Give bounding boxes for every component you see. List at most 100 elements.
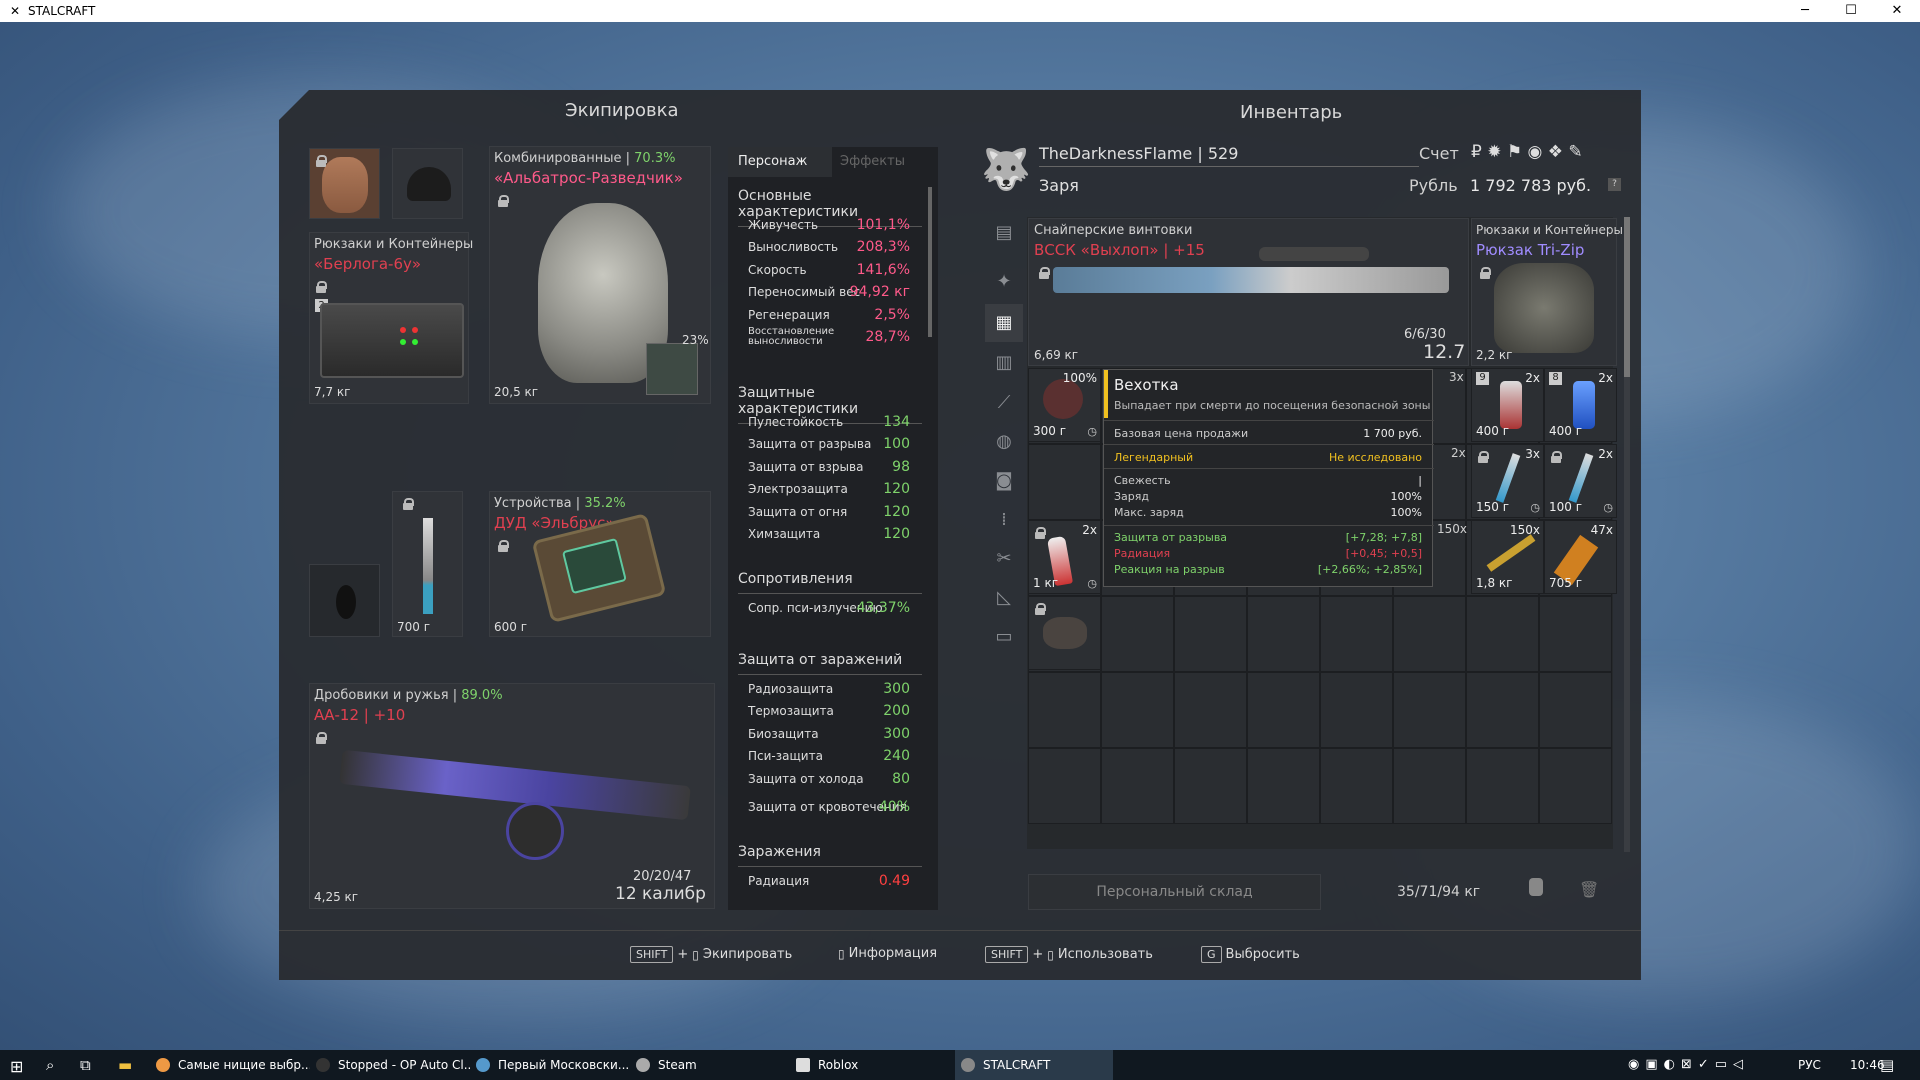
- category-weapon-icon[interactable]: ⟋: [985, 384, 1023, 422]
- taskbar-item-roblox[interactable]: Roblox: [790, 1050, 950, 1080]
- stat-value: 240: [883, 748, 910, 765]
- empty-cell[interactable]: [1393, 596, 1466, 672]
- stat-name: Электрозащита: [748, 482, 848, 497]
- empty-cell[interactable]: [1174, 672, 1247, 748]
- notifications-icon[interactable]: ▤: [1880, 1056, 1894, 1074]
- empty-cell[interactable]: [1466, 596, 1539, 672]
- empty-cell[interactable]: [1393, 672, 1466, 748]
- empty-cell[interactable]: [1539, 596, 1612, 672]
- item-image: [1043, 379, 1083, 419]
- empty-cell[interactable]: [1320, 748, 1393, 824]
- stat-row: Пулестойкость 134: [738, 411, 918, 433]
- minimize-button[interactable]: ─: [1782, 0, 1828, 22]
- hint-equip-label: Экипировать: [702, 947, 793, 962]
- empty-cell[interactable]: [1466, 672, 1539, 748]
- backpack-slot[interactable]: Рюкзаки и Контейнеры «Берлога-6у» 2 7,7 …: [309, 232, 473, 404]
- category-tools-icon[interactable]: ✂: [985, 540, 1023, 578]
- empty-cell[interactable]: [1466, 748, 1539, 824]
- rifle-weight: 6,69 кг: [1034, 348, 1079, 362]
- file-explorer-icon[interactable]: ▬: [118, 1056, 132, 1074]
- tab-effects[interactable]: Эффекты: [832, 147, 932, 177]
- inventory-scrollbar-track[interactable]: [1624, 217, 1630, 852]
- inventory-item-bandage[interactable]: 100% 300 г ◷: [1028, 368, 1101, 442]
- taskbar-item-autoclicker[interactable]: Stopped - OP Auto Cl...: [310, 1050, 470, 1080]
- grenade-slot[interactable]: [309, 564, 380, 637]
- empty-cell[interactable]: [1028, 444, 1101, 520]
- taskbar-item-steam[interactable]: Steam: [630, 1050, 790, 1080]
- taskbar-item-chrome[interactable]: Самые нищие выбр...: [150, 1050, 310, 1080]
- category-armor-icon[interactable]: ▥: [985, 344, 1023, 382]
- category-all-icon[interactable]: ▤: [985, 214, 1023, 252]
- empty-cell[interactable]: [1174, 596, 1247, 672]
- category-favorite-icon[interactable]: ✦: [985, 263, 1023, 301]
- rifle-item[interactable]: Снайперские винтовки ВССК «Выхлоп» | +15…: [1028, 218, 1469, 366]
- stat-value: 101,1%: [856, 217, 910, 233]
- empty-cell[interactable]: [1101, 748, 1174, 824]
- tooltip-effect-value: [+0,45; +0,5]: [1345, 547, 1422, 560]
- empty-cell[interactable]: [1028, 672, 1101, 748]
- stat-name: Пси-защита: [748, 749, 823, 764]
- empty-cell[interactable]: [1247, 672, 1320, 748]
- steam-icon: [636, 1058, 650, 1072]
- windows-start-icon[interactable]: ⊞: [10, 1057, 23, 1076]
- armor-slot[interactable]: Комбинированные | 70.3% «Альбатрос-Разве…: [489, 146, 711, 404]
- taskbar-item-stalcraft[interactable]: STALCRAFT: [955, 1050, 1113, 1080]
- face-slot[interactable]: [309, 148, 380, 219]
- help-icon[interactable]: ?: [1608, 178, 1621, 191]
- empty-cell[interactable]: [1247, 596, 1320, 672]
- money-value: 1 792 783 руб.: [1470, 176, 1592, 195]
- empty-cell[interactable]: [1320, 672, 1393, 748]
- stats-scrollbar[interactable]: [928, 187, 932, 337]
- empty-cell[interactable]: [1539, 672, 1612, 748]
- maximize-button[interactable]: ☐: [1828, 0, 1874, 22]
- weapon-category: Дробовики и ружья |: [314, 688, 458, 703]
- category-ammo-icon[interactable]: ⁞: [985, 501, 1023, 539]
- trash-icon[interactable]: 🗑: [1579, 880, 1599, 899]
- personal-storage-button[interactable]: Персональный склад: [1028, 874, 1321, 910]
- empty-cell[interactable]: [1539, 748, 1612, 824]
- inventory-item-syringe-a[interactable]: 3x 150 г ◷: [1471, 444, 1544, 518]
- empty-cell[interactable]: [1320, 596, 1393, 672]
- category-grid-icon[interactable]: ▦: [985, 304, 1023, 342]
- close-button[interactable]: ✕: [1874, 0, 1920, 22]
- category-misc-icon[interactable]: ◺: [985, 579, 1023, 617]
- roblox-icon: [796, 1058, 810, 1072]
- empty-cell[interactable]: [1247, 748, 1320, 824]
- inventory-title: Инвентарь: [1240, 102, 1343, 123]
- taskbar-label: Roblox: [818, 1058, 859, 1072]
- inventory-item-syringe-b[interactable]: 2x 100 г ◷: [1544, 444, 1617, 518]
- empty-cell[interactable]: [1028, 748, 1101, 824]
- inventory-item-can-b[interactable]: 8 2x 400 г: [1544, 368, 1617, 442]
- item-image: [1568, 453, 1594, 503]
- device-slot[interactable]: Устройства | 35.2% ДУД «Эльбрус» 600 г: [489, 491, 711, 637]
- empty-cell[interactable]: [1393, 748, 1466, 824]
- helmet-slot[interactable]: [392, 148, 463, 219]
- hint-use-label: Использовать: [1057, 947, 1153, 962]
- inventory-item-ammo-b[interactable]: 47x 705 г: [1544, 520, 1617, 594]
- tab-character[interactable]: Персонаж: [728, 147, 832, 177]
- inventory-item-locked[interactable]: [1028, 596, 1101, 670]
- weapon-slot[interactable]: Дробовики и ружья | 89.0% АА-12 | +10 20…: [309, 683, 715, 909]
- patch-slot[interactable]: [646, 343, 698, 395]
- empty-cell[interactable]: [1101, 672, 1174, 748]
- search-icon[interactable]: ⌕: [46, 1056, 54, 1074]
- category-artifact-icon[interactable]: ◍: [985, 423, 1023, 461]
- g-key: G: [1201, 946, 1222, 963]
- task-view-icon[interactable]: ⧉: [80, 1056, 91, 1074]
- empty-cell[interactable]: [1101, 596, 1174, 672]
- category-box-icon[interactable]: ▭: [985, 618, 1023, 656]
- inventory-item-can-a[interactable]: 9 2x 400 г: [1471, 368, 1544, 442]
- trizip-backpack-item[interactable]: Рюкзаки и Контейнеры Рюкзак Tri-Zip 2,2 …: [1471, 218, 1623, 366]
- inventory-item-bottle[interactable]: 2x 1 кг ◷: [1028, 520, 1101, 594]
- system-tray-icons[interactable]: ◉▣◐⊠✓▭◁: [1628, 1057, 1749, 1072]
- empty-cell[interactable]: [1174, 748, 1247, 824]
- taskbar-item-browser[interactable]: Первый Московски...: [470, 1050, 630, 1080]
- knife-slot[interactable]: 700 г: [392, 491, 463, 637]
- stat-value: 300: [883, 681, 910, 697]
- category-device-icon[interactable]: ◙: [985, 462, 1023, 500]
- stalcraft-icon: [961, 1058, 975, 1072]
- inventory-item-ammo-a[interactable]: 150x 1,8 кг: [1471, 520, 1544, 594]
- stat-row: Защита от кровотечения 40%: [738, 796, 918, 818]
- language-indicator[interactable]: РУС: [1798, 1058, 1821, 1072]
- currency-icons[interactable]: ₽ ✹ ⚑ ◉ ❖ ✎: [1471, 142, 1583, 162]
